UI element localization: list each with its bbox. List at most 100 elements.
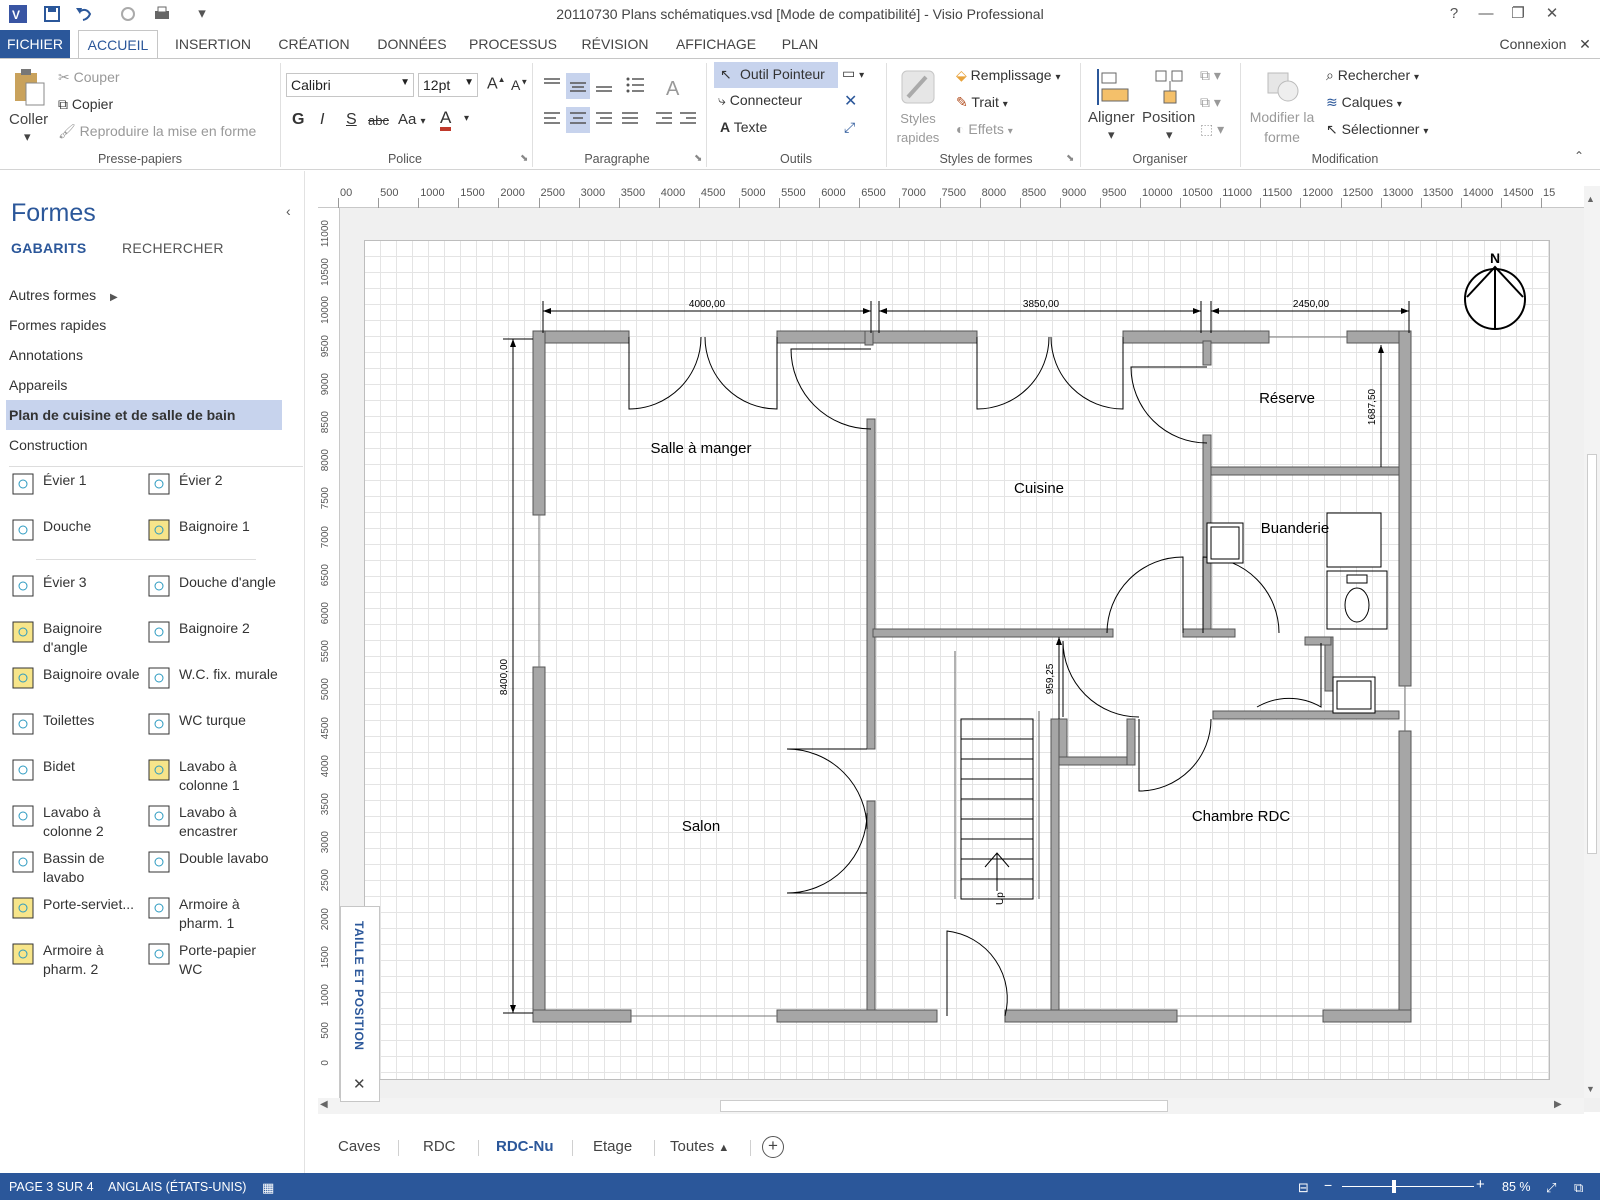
copy-button[interactable]: ⧉ Copier (58, 96, 113, 113)
stencil-kitchen-bath[interactable]: Plan de cuisine et de salle de bain (6, 400, 282, 430)
stencil-annotations[interactable]: Annotations (9, 347, 83, 363)
close-button[interactable]: ✕ (1540, 4, 1564, 24)
change-case-button[interactable]: Aa ▾ (398, 111, 426, 128)
position-icon[interactable] (1150, 67, 1190, 107)
bring-forward-icon[interactable]: ⧉ ▾ (1200, 67, 1221, 84)
rectangle-tool-icon[interactable]: ▭ ▾ (842, 65, 864, 82)
room-label-living[interactable]: Salon (682, 818, 720, 835)
close-icon[interactable]: ✕ (353, 1075, 366, 1093)
macro-record-icon[interactable]: ▦ (262, 1180, 274, 1196)
pointer-tool-button[interactable]: ↖ Outil Pointeur (714, 62, 838, 88)
chevron-down-icon[interactable]: ▾ (1108, 127, 1115, 143)
paragraph-controls[interactable]: A (540, 73, 710, 143)
floor-plan[interactable]: Up 4000,00 3850,00 2450,00 8400,00 1687,… (365, 241, 1551, 1081)
zoom-slider-track[interactable] (1342, 1186, 1474, 1187)
connection-point-icon[interactable]: ⤢ (844, 119, 855, 136)
layers-button[interactable]: ≋ Calques ▾ (1326, 94, 1402, 111)
horizontal-scroll-thumb[interactable] (720, 1100, 1168, 1112)
strikethrough-button[interactable]: abc (368, 113, 389, 128)
vertical-scrollbar[interactable]: ▲ ▼ (1584, 186, 1600, 1098)
walls[interactable] (532, 330, 1412, 1023)
cut-button[interactable]: ✂ Couper (58, 69, 120, 86)
tab-donnees[interactable]: DONNÉES (372, 30, 452, 58)
tab-processus[interactable]: PROCESSUS (464, 30, 562, 58)
connector-tool-button[interactable]: ⤷ Connecteur (718, 92, 802, 109)
tab-fichier[interactable]: FICHIER (0, 30, 70, 58)
send-backward-icon[interactable]: ⧉ ▾ (1200, 94, 1221, 111)
tab-affichage[interactable]: AFFICHAGE (668, 30, 764, 58)
find-button[interactable]: ⌕ Rechercher ▾ (1326, 67, 1419, 84)
bold-button[interactable]: G (292, 111, 304, 129)
restore-button[interactable]: ❐ (1506, 4, 1530, 24)
close-document-icon[interactable]: ✕ (1574, 30, 1596, 58)
size-position-panel[interactable]: TAILLE ET POSITION ✕ (340, 906, 380, 1102)
help-button[interactable]: ? (1442, 4, 1466, 24)
stencil-appliances[interactable]: Appareils (9, 377, 67, 393)
scroll-down-icon[interactable]: ▼ (1586, 1084, 1595, 1094)
line-button[interactable]: ✎ Trait ▾ (956, 94, 1008, 111)
font-dialog-launcher-icon[interactable]: ⬊ (520, 153, 528, 164)
scroll-right-icon[interactable]: ▶ (1554, 1099, 1562, 1110)
zoom-out-icon[interactable]: − (1324, 1177, 1332, 1193)
text-tool-button[interactable]: A Texte (720, 119, 767, 135)
format-painter-button[interactable]: 🖌 Reproduire la mise en forme (58, 123, 256, 140)
room-label-bedroom[interactable]: Chambre RDC (1192, 808, 1291, 825)
font-size-select[interactable]: 12pt ▼ (418, 73, 478, 97)
group-shapes-icon[interactable]: ⬚ ▾ (1200, 121, 1224, 138)
delete-connection-icon[interactable]: ✕ (844, 91, 857, 111)
scroll-left-icon[interactable]: ◀ (320, 1099, 328, 1110)
room-label-laundry[interactable]: Buanderie (1261, 520, 1329, 537)
page-tab-rdc[interactable]: RDC (423, 1138, 456, 1155)
zoom-in-icon[interactable]: + (1476, 1176, 1485, 1193)
tab-stencils[interactable]: GABARITS (11, 240, 87, 256)
collapse-ribbon-icon[interactable]: ⌃ (1574, 149, 1584, 163)
scroll-up-icon[interactable]: ▲ (1586, 194, 1595, 204)
align-icon[interactable] (1094, 67, 1134, 107)
font-name-select[interactable]: Calibri ▼ (286, 73, 414, 97)
chevron-down-icon[interactable]: ▾ (1166, 127, 1173, 143)
chevron-down-icon[interactable]: ▾ (464, 113, 469, 124)
tab-creation[interactable]: CRÉATION (268, 30, 360, 58)
room-label-kitchen[interactable]: Cuisine (1014, 480, 1064, 497)
grow-font-icon[interactable]: A▲ (487, 75, 506, 93)
page-tab-rdc-nu[interactable]: RDC-Nu (496, 1138, 554, 1155)
drawing-page[interactable]: Up 4000,00 3850,00 2450,00 8400,00 1687,… (364, 240, 1550, 1080)
stencil-more-shapes[interactable]: Autres formes ▶ (9, 287, 118, 303)
vertical-scroll-thumb[interactable] (1587, 454, 1597, 854)
paste-label[interactable]: Coller (9, 111, 48, 128)
align-label[interactable]: Aligner (1088, 109, 1135, 126)
position-label[interactable]: Position (1142, 109, 1195, 126)
collapse-pane-icon[interactable]: ‹ (286, 203, 291, 219)
stencil-quick-shapes[interactable]: Formes rapides (9, 317, 106, 333)
room-label-dining[interactable]: Salle à manger (651, 440, 752, 457)
tab-revision[interactable]: RÉVISION (574, 30, 656, 58)
paste-dropdown-icon[interactable]: ▾ (24, 129, 31, 145)
zoom-level[interactable]: 85 % (1502, 1180, 1531, 1194)
paste-icon[interactable] (12, 67, 46, 107)
select-button[interactable]: ↖ Sélectionner ▾ (1326, 121, 1428, 138)
fill-button[interactable]: ⬙ Remplissage ▾ (956, 67, 1061, 84)
paragraph-dialog-launcher-icon[interactable]: ⬊ (694, 153, 702, 164)
size-position-label[interactable]: TAILLE ET POSITION (352, 921, 366, 1050)
switch-windows-icon[interactable]: ⧉ (1574, 1180, 1583, 1196)
italic-button[interactable]: I (320, 111, 324, 129)
shape-styles-dialog-launcher-icon[interactable]: ⬊ (1066, 153, 1074, 164)
change-shape-icon[interactable] (1262, 67, 1302, 107)
zoom-slider-thumb[interactable] (1392, 1180, 1396, 1193)
quick-styles-icon[interactable] (898, 67, 938, 107)
status-page-indicator[interactable]: PAGE 3 SUR 4 (9, 1180, 94, 1194)
status-language[interactable]: ANGLAIS (ÉTATS-UNIS) (108, 1180, 246, 1194)
font-color-button[interactable]: A (440, 109, 452, 131)
tab-plan[interactable]: PLAN (774, 30, 826, 58)
fit-window-icon[interactable]: ⤢ (1546, 1180, 1556, 1196)
change-shape-label[interactable]: Modifier la forme (1244, 107, 1320, 147)
tab-insertion[interactable]: INSERTION (170, 30, 256, 58)
shrink-font-icon[interactable]: A▼ (511, 77, 528, 93)
north-compass[interactable]: N (1464, 250, 1526, 330)
tab-search[interactable]: RECHERCHER (122, 240, 224, 256)
quick-styles-label[interactable]: Styles rapides (892, 109, 944, 147)
fit-page-icon[interactable]: ⊟ (1298, 1180, 1309, 1196)
add-page-icon[interactable]: + (762, 1136, 784, 1158)
horizontal-scrollbar[interactable]: ◀ ▶ (318, 1098, 1584, 1114)
underline-button[interactable]: S (346, 111, 357, 129)
